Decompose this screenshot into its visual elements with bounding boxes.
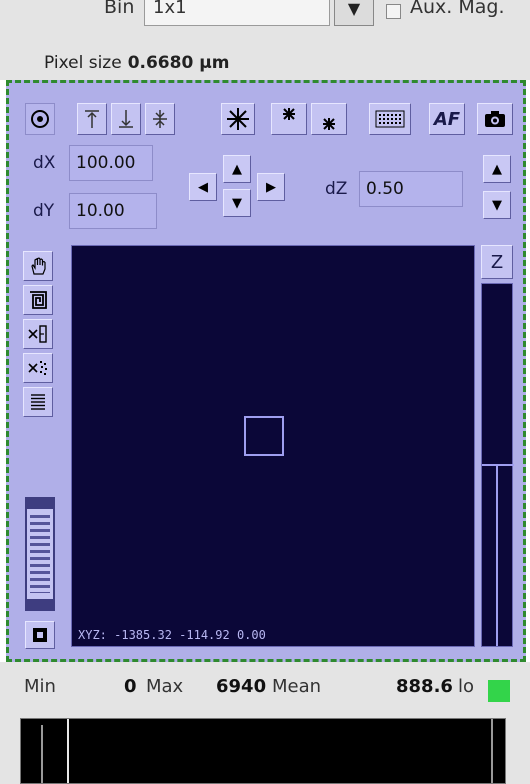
autofocus-button[interactable]: AF	[429, 103, 465, 135]
mean-label: Mean	[272, 676, 322, 697]
dz-label: dZ	[325, 179, 348, 199]
dot-grid-icon	[375, 110, 405, 128]
snapshot-button[interactable]	[477, 103, 513, 135]
speed-slider[interactable]	[25, 497, 55, 611]
set-top-button[interactable]	[271, 103, 307, 135]
pixel-size-label: Pixel size	[44, 53, 122, 73]
dz-input[interactable]: 0.50	[359, 171, 463, 207]
intensity-histogram[interactable]	[20, 718, 506, 784]
min-value: 0	[124, 676, 137, 697]
spiral-icon	[30, 291, 47, 309]
dy-input[interactable]: 10.00	[69, 193, 157, 229]
asterisk-top-icon	[283, 108, 295, 120]
clear-marks-icon	[28, 325, 47, 343]
clear-scatter-icon	[28, 361, 47, 375]
camera-settings-strip: Bin 1x1 ▼ Aux. Mag. Pixel size 0.6680 µm	[0, 0, 530, 80]
move-bottom-button[interactable]	[111, 103, 141, 135]
z-range-line	[496, 466, 498, 646]
slider-grip	[30, 515, 50, 593]
z-position-column: Z	[481, 245, 514, 647]
move-center-button[interactable]	[145, 103, 175, 135]
arrow-down-icon: ▼	[492, 197, 502, 213]
point-list-button[interactable]	[23, 387, 53, 417]
aux-mag-checkbox[interactable]	[386, 4, 401, 19]
spiral-scan-button[interactable]	[23, 285, 53, 315]
lo-label: lo	[458, 676, 475, 697]
z-down-button[interactable]: ▼	[483, 191, 511, 219]
target-icon	[31, 110, 49, 128]
hand-icon	[31, 257, 46, 275]
slider-down-cap	[27, 599, 53, 609]
bin-select[interactable]: 1x1	[144, 0, 330, 26]
dx-input[interactable]: 100.00	[69, 145, 153, 181]
bin-dropdown-button[interactable]: ▼	[334, 0, 374, 26]
field-of-view-marker	[244, 416, 284, 456]
stage-control-panel: AF dX 100.00 dY 10.00 ▲ ◀ ▶ ▼ dZ 0.50 ▲ …	[6, 80, 526, 662]
pixel-size-value: 0.6680 µm	[127, 53, 230, 73]
stop-icon	[33, 628, 47, 642]
z-current-marker	[482, 464, 514, 466]
arrow-to-top-icon	[85, 110, 99, 128]
chevron-down-icon: ▼	[347, 0, 361, 18]
clear-scatter-button[interactable]	[23, 353, 53, 383]
image-stats-bar: Min 0 Max 6940 Mean 888.6 lo	[0, 662, 530, 708]
move-left-button[interactable]: ◀	[189, 173, 217, 201]
z-button[interactable]: Z	[481, 245, 513, 279]
set-center-button[interactable]	[221, 103, 255, 135]
max-value: 6940	[216, 676, 267, 697]
move-top-button[interactable]	[77, 103, 107, 135]
max-label: Max	[146, 676, 184, 697]
bin-label: Bin	[104, 0, 135, 18]
histogram-high-marker	[491, 719, 493, 783]
camera-icon	[485, 111, 505, 127]
z-position-track[interactable]	[481, 283, 514, 647]
center-target-button[interactable]	[25, 103, 55, 135]
dy-label: dY	[33, 201, 55, 221]
histogram-peak	[67, 719, 69, 783]
set-bottom-button[interactable]	[311, 103, 347, 135]
lo-color-indicator[interactable]	[488, 680, 510, 702]
mean-value: 888.6	[396, 676, 453, 697]
min-label: Min	[24, 676, 56, 697]
arrow-down-icon: ▼	[232, 195, 242, 211]
z-up-button[interactable]: ▲	[483, 155, 511, 183]
grid-button[interactable]	[369, 103, 411, 135]
aux-mag-label: Aux. Mag.	[410, 0, 505, 18]
arrow-to-bottom-icon	[119, 110, 133, 128]
move-up-button[interactable]: ▲	[223, 155, 251, 183]
arrow-up-icon: ▲	[492, 161, 502, 177]
xyz-readout: XYZ: -1385.32 -114.92 0.00	[78, 628, 266, 642]
arrow-to-center-icon	[153, 110, 167, 128]
asterisk-bottom-icon	[323, 118, 335, 130]
slider-up-cap	[27, 499, 53, 509]
move-down-button[interactable]: ▼	[223, 189, 251, 217]
arrow-left-icon: ◀	[198, 179, 208, 195]
pixel-size-readout: Pixel size 0.6680 µm	[44, 53, 229, 73]
clear-points-button[interactable]	[23, 319, 53, 349]
dx-label: dX	[33, 153, 56, 173]
move-right-button[interactable]: ▶	[257, 173, 285, 201]
arrow-up-icon: ▲	[232, 161, 242, 177]
asterisk-icon	[227, 108, 249, 130]
pan-tool-button[interactable]	[23, 251, 53, 281]
histogram-low-marker	[41, 725, 43, 783]
stage-map-viewport[interactable]: XYZ: -1385.32 -114.92 0.00	[71, 245, 475, 647]
list-icon	[31, 394, 45, 410]
stop-button[interactable]	[25, 621, 55, 649]
arrow-right-icon: ▶	[266, 179, 276, 195]
